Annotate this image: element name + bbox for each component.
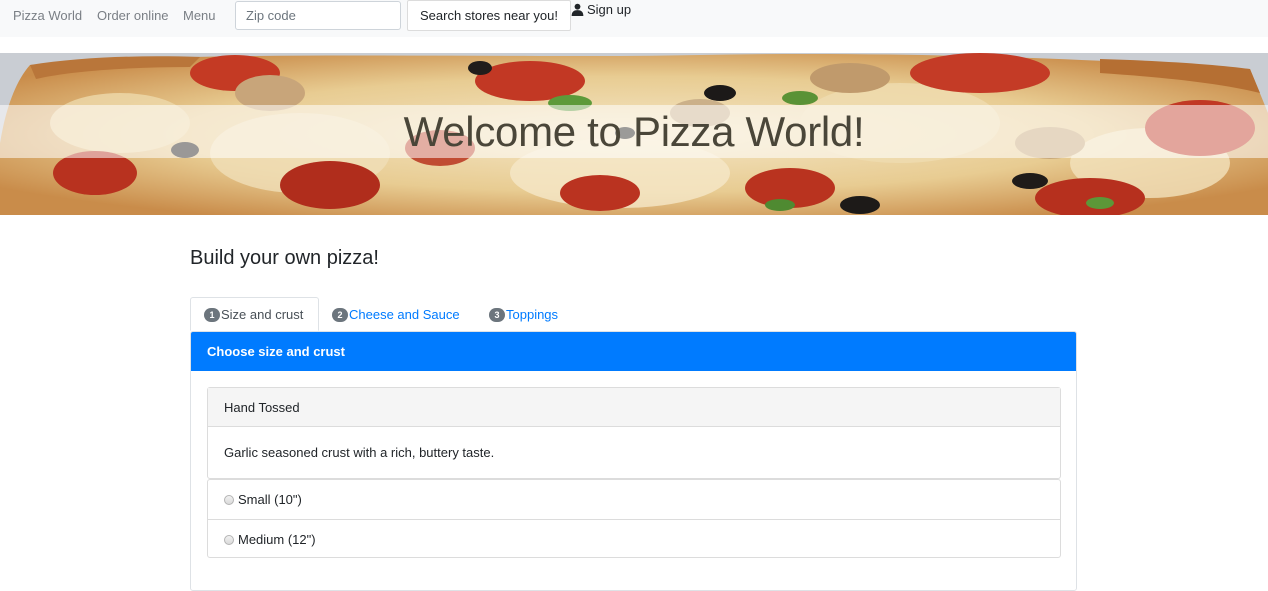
- sign-up-label: Sign up: [587, 1, 632, 17]
- tab-toppings[interactable]: 3 Toppings: [489, 297, 558, 331]
- tab-step-badge: 3: [489, 307, 505, 322]
- tab-label: Size and crust: [221, 306, 304, 322]
- card-header: Choose size and crust: [191, 332, 1076, 371]
- user-icon: [571, 3, 584, 16]
- size-options: Small (10") Medium (12"): [207, 479, 1061, 558]
- zip-code-input[interactable]: [235, 1, 401, 30]
- size-radio-small[interactable]: [224, 495, 234, 505]
- nav-order-online[interactable]: Order online: [97, 8, 169, 23]
- tab-label: Cheese and Sauce: [349, 306, 460, 322]
- tab-step-badge: 1: [204, 307, 220, 322]
- hero-title: Welcome to Pizza World!: [403, 108, 865, 155]
- tab-step-badge: 2: [332, 307, 348, 322]
- crust-option: Hand Tossed Garlic seasoned crust with a…: [207, 387, 1061, 479]
- tab-label: Toppings: [506, 306, 559, 322]
- crust-description: Garlic seasoned crust with a rich, butte…: [224, 445, 495, 460]
- size-label: Medium (12"): [238, 531, 316, 547]
- brand-link[interactable]: Pizza World: [13, 8, 82, 23]
- size-label: Small (10"): [238, 492, 302, 507]
- crust-name: Hand Tossed: [208, 388, 1060, 427]
- size-radio-medium[interactable]: [224, 534, 234, 545]
- page-title: Build your own pizza!: [190, 247, 379, 269]
- navbar: Pizza World Order online Menu Search sto…: [0, 0, 1268, 37]
- tab-cheese-and-sauce[interactable]: 2 Cheese and Sauce: [332, 297, 460, 331]
- search-stores-button[interactable]: Search stores near you!: [407, 0, 571, 31]
- tab-size-and-crust[interactable]: 1 Size and crust: [190, 297, 319, 331]
- size-option-small[interactable]: Small (10"): [208, 480, 1060, 519]
- builder-tabs: 1 Size and crust 2 Cheese and Sauce 3 To…: [190, 297, 1077, 331]
- hero-banner: Welcome to Pizza World!: [0, 53, 1268, 215]
- sign-up-link[interactable]: Sign up: [571, 1, 631, 17]
- size-crust-card: Choose size and crust Hand Tossed Garlic…: [190, 331, 1077, 591]
- size-option-medium[interactable]: Medium (12"): [208, 519, 1060, 558]
- nav-menu[interactable]: Menu: [183, 8, 216, 23]
